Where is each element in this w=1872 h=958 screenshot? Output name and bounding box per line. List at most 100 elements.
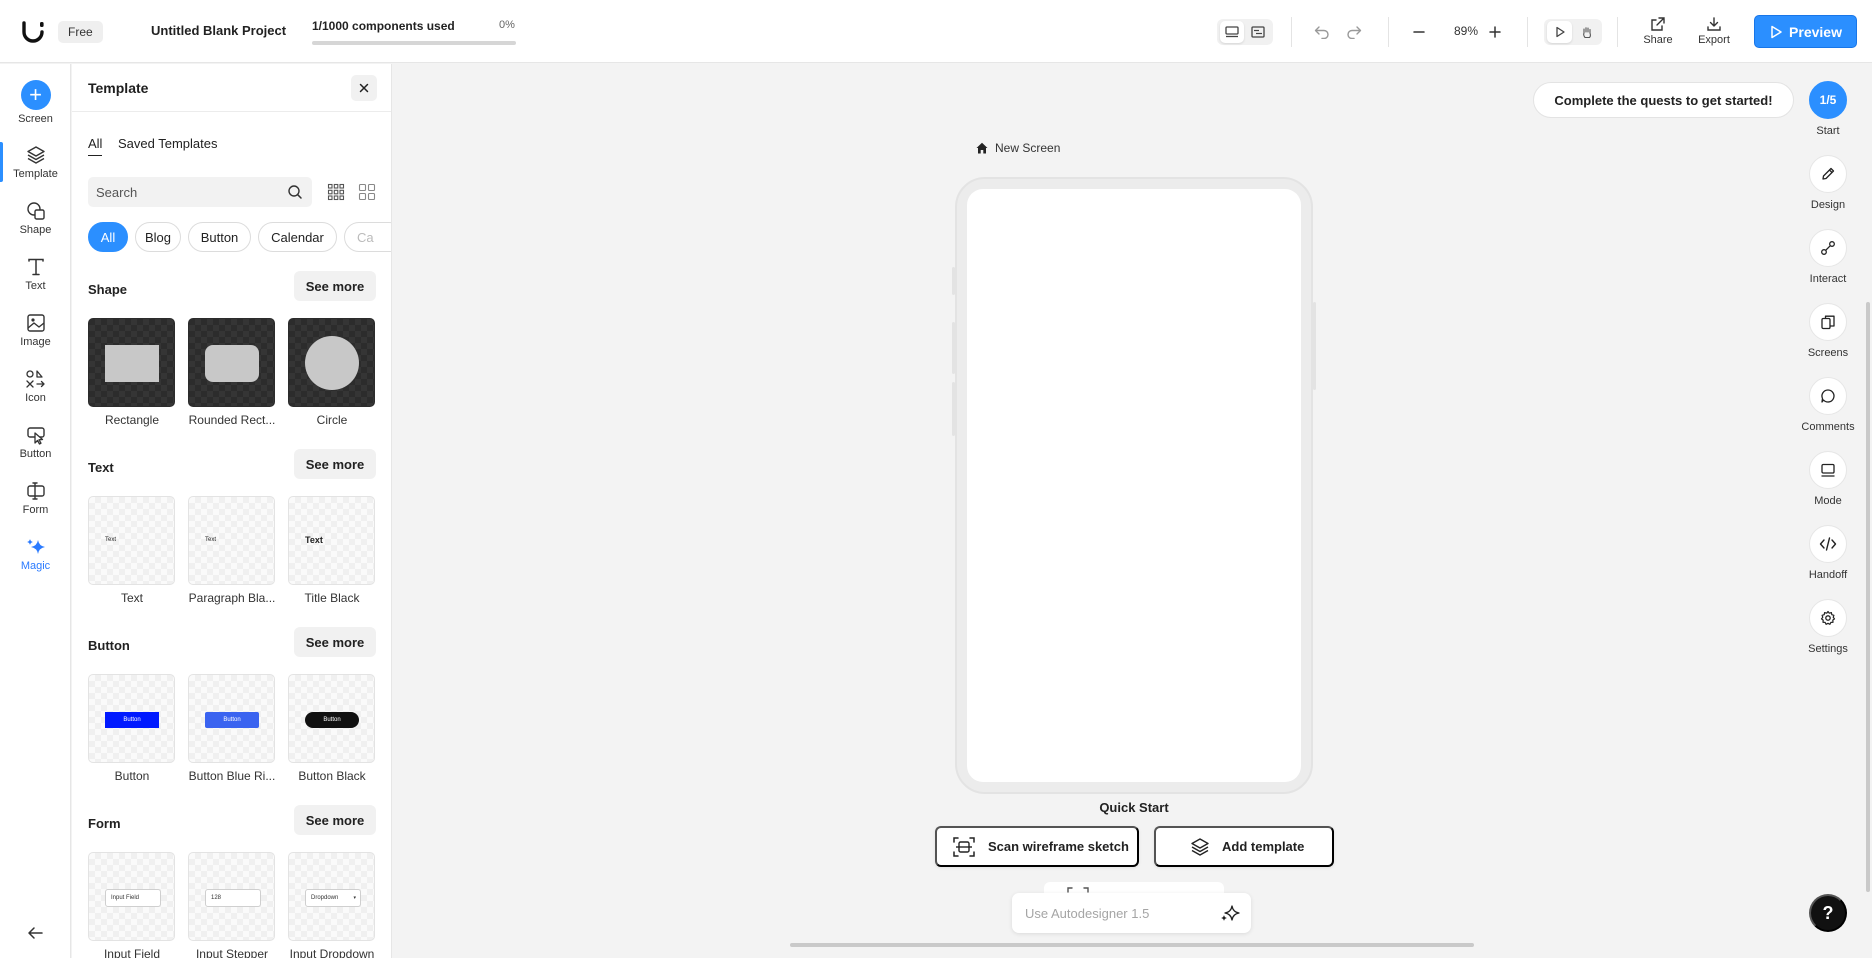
- right-item-design[interactable]: Design: [1806, 155, 1850, 211]
- add-template-button[interactable]: Add template: [1154, 826, 1334, 867]
- right-item-label: Comments: [1801, 421, 1855, 433]
- template-card-button[interactable]: Button: [88, 674, 175, 763]
- redo-button[interactable]: [1342, 20, 1366, 44]
- export-button[interactable]: Export: [1692, 16, 1736, 48]
- horizontal-scrollbar[interactable]: [790, 943, 1474, 947]
- zoom-out-button[interactable]: [1407, 20, 1431, 44]
- search-input[interactable]: [88, 177, 278, 207]
- plan-badge[interactable]: Free: [58, 21, 103, 43]
- grid-small-icon[interactable]: [327, 183, 345, 201]
- toolbar-divider: [1291, 17, 1292, 47]
- single-view-button[interactable]: [1220, 21, 1244, 43]
- link-nodes-icon: [1821, 241, 1835, 255]
- zoom-in-button[interactable]: [1483, 20, 1507, 44]
- close-icon: [359, 83, 369, 93]
- preview-button[interactable]: Preview: [1754, 15, 1857, 48]
- screen-artboard[interactable]: [967, 189, 1301, 782]
- screens-icon: [1821, 315, 1835, 330]
- left-toolbar: + Screen Template Shape Text Image Icon …: [0, 64, 71, 958]
- paragraph-thumbnail: Text: [205, 537, 217, 543]
- chip-button[interactable]: Button: [188, 222, 251, 252]
- close-panel-button[interactable]: [351, 75, 377, 101]
- select-mode-button[interactable]: [1547, 21, 1572, 43]
- rail-item-label: Screen: [18, 112, 53, 125]
- rail-item-text[interactable]: Text: [0, 248, 71, 300]
- sparkle-icon[interactable]: [1220, 903, 1242, 923]
- template-card-rectangle[interactable]: [88, 318, 175, 407]
- template-card-circle[interactable]: [288, 318, 375, 407]
- rounded-rectangle-thumbnail: [205, 345, 259, 382]
- grid-large-icon[interactable]: [358, 183, 376, 201]
- share-button[interactable]: Share: [1636, 16, 1680, 48]
- quest-start-button[interactable]: 1/5 Start: [1806, 81, 1850, 137]
- chip-calendar[interactable]: Calendar: [258, 222, 337, 252]
- tab-all[interactable]: All: [88, 136, 103, 156]
- undo-button[interactable]: [1310, 20, 1334, 44]
- collapse-panel-button[interactable]: [23, 921, 47, 945]
- layers-icon: [26, 145, 45, 164]
- template-card-paragraph[interactable]: Text: [188, 496, 275, 585]
- project-title[interactable]: Untitled Blank Project: [151, 23, 286, 38]
- icon-set-icon: [25, 369, 45, 388]
- rail-item-form[interactable]: Form: [0, 472, 71, 524]
- card-label: Paragraph Bla...: [188, 591, 276, 605]
- rail-item-magic[interactable]: Magic: [0, 528, 71, 580]
- search-icon[interactable]: [287, 184, 303, 200]
- hand-mode-button[interactable]: [1574, 21, 1599, 43]
- category-chips: All Blog Button Calendar Ca: [88, 222, 391, 252]
- rail-item-template[interactable]: Template: [0, 136, 71, 188]
- flow-view-button[interactable]: [1246, 21, 1270, 43]
- see-more-button-button[interactable]: See more: [294, 627, 376, 657]
- rail-item-button[interactable]: Button: [0, 416, 71, 468]
- rail-item-screen[interactable]: + Screen: [0, 76, 71, 128]
- see-more-form-button[interactable]: See more: [294, 805, 376, 835]
- zoom-level[interactable]: 89%: [1446, 24, 1486, 38]
- template-card-title-black[interactable]: Text: [288, 496, 375, 585]
- template-card-rounded-rectangle[interactable]: [188, 318, 275, 407]
- download-icon: [1707, 17, 1721, 31]
- see-more-shape-button[interactable]: See more: [294, 271, 376, 301]
- autodesigner-input[interactable]: [1012, 893, 1212, 933]
- rectangle-thumbnail: [105, 345, 159, 382]
- rail-item-label: Template: [13, 167, 58, 180]
- rail-item-image[interactable]: Image: [0, 304, 71, 356]
- phone-side-button: [1313, 302, 1316, 390]
- chip-all[interactable]: All: [88, 222, 128, 252]
- tab-saved-templates[interactable]: Saved Templates: [118, 136, 218, 155]
- template-card-input-stepper[interactable]: 128: [188, 852, 275, 941]
- right-item-settings[interactable]: Settings: [1806, 599, 1850, 655]
- right-item-screens[interactable]: Screens: [1806, 303, 1850, 359]
- app-logo-icon[interactable]: [20, 17, 48, 45]
- monitor-icon: [1821, 463, 1835, 477]
- right-item-interact[interactable]: Interact: [1806, 229, 1850, 285]
- vertical-scrollbar[interactable]: [1866, 302, 1870, 892]
- template-card-input-field[interactable]: Input Field: [88, 852, 175, 941]
- help-button[interactable]: ?: [1809, 894, 1847, 932]
- see-more-text-button[interactable]: See more: [294, 449, 376, 479]
- play-icon: [1771, 25, 1782, 38]
- arrow-left-icon: [28, 927, 43, 939]
- rail-item-icon[interactable]: Icon: [0, 360, 71, 412]
- rail-item-label: Icon: [25, 391, 46, 404]
- chip-overflow[interactable]: Ca: [344, 222, 391, 252]
- chip-blog[interactable]: Blog: [135, 222, 181, 252]
- right-item-mode[interactable]: Mode: [1806, 451, 1850, 507]
- rail-item-label: Button: [19, 447, 52, 460]
- flow-layout-icon: [1251, 26, 1265, 38]
- template-card-text[interactable]: Text: [88, 496, 175, 585]
- layers-icon: [1191, 837, 1209, 856]
- template-card-button-black[interactable]: Button: [288, 674, 375, 763]
- panel-title: Template: [88, 80, 149, 96]
- right-item-handoff[interactable]: Handoff: [1806, 525, 1850, 581]
- input-stepper-thumbnail: 128: [205, 889, 261, 907]
- template-card-button-blue[interactable]: Button: [188, 674, 275, 763]
- right-item-label: Screens: [1807, 347, 1849, 359]
- phone-frame[interactable]: [955, 177, 1313, 794]
- scan-wireframe-button[interactable]: Scan wireframe sketch: [935, 826, 1139, 867]
- template-card-input-dropdown[interactable]: Dropdown ▾: [288, 852, 375, 941]
- right-item-comments[interactable]: Comments: [1801, 377, 1855, 433]
- screen-breadcrumb[interactable]: New Screen: [975, 141, 1060, 155]
- home-icon: [976, 142, 988, 154]
- rail-item-shape[interactable]: Shape: [0, 192, 71, 244]
- quest-banner[interactable]: Complete the quests to get started!: [1533, 82, 1794, 118]
